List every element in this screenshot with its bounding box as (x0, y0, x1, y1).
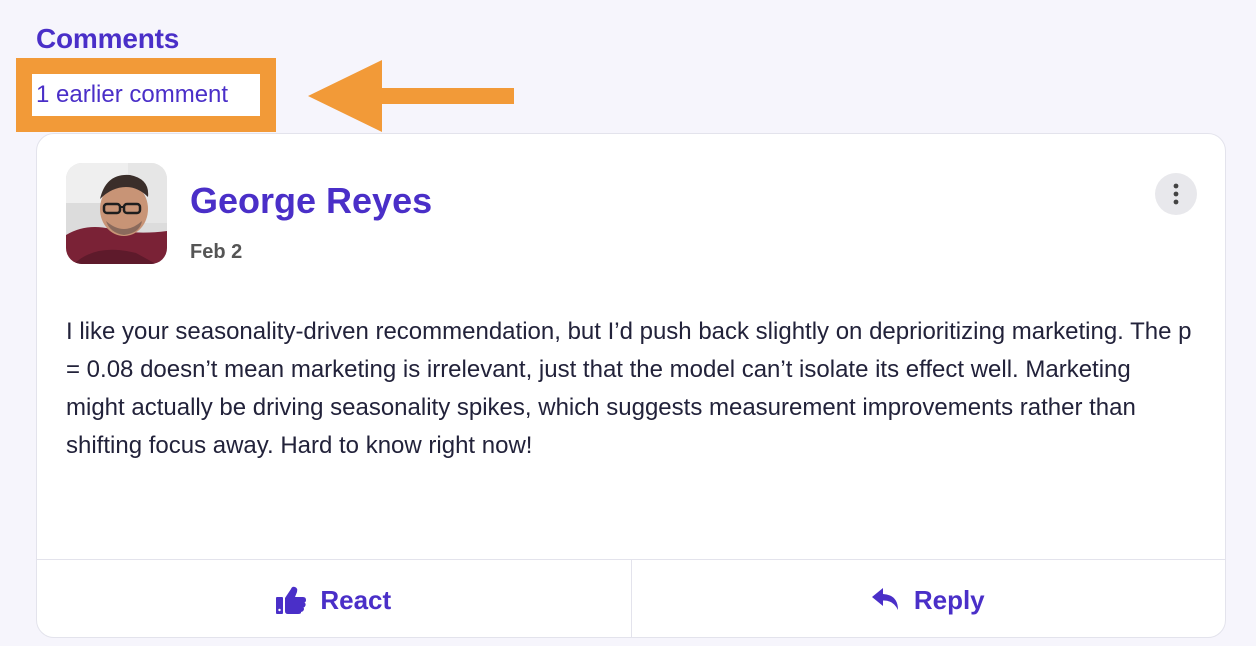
more-options-button[interactable] (1155, 173, 1197, 215)
comment-actions: React Reply (37, 559, 1226, 637)
vertical-ellipsis-icon (1173, 183, 1179, 205)
reply-button[interactable]: Reply (630, 560, 1226, 637)
react-label: React (320, 584, 392, 615)
avatar[interactable] (66, 163, 167, 264)
reply-label: Reply (913, 584, 985, 615)
author-name[interactable]: George Reyes (190, 181, 432, 221)
reply-arrow-icon (871, 588, 898, 610)
comment-date: Feb 2 (190, 241, 243, 263)
annotation-arrow-icon (308, 60, 514, 132)
earlier-comments-link[interactable]: 1 earlier comment (36, 80, 228, 110)
comments-heading: Comments (36, 23, 180, 54)
thumbs-up-icon (276, 586, 307, 614)
react-button[interactable]: React (37, 560, 631, 637)
comment-body: I like your seasonality-driven recommend… (66, 318, 1192, 459)
comment-card: George Reyes Feb 2 I like your seasonali… (36, 133, 1226, 638)
avatar-photo (66, 163, 167, 264)
